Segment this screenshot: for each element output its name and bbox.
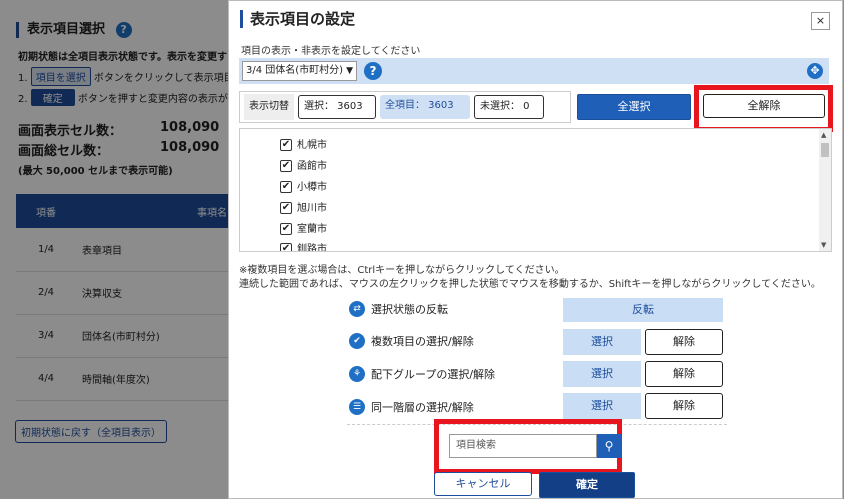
action-label: 同一階層の選択/解除 <box>371 401 474 414</box>
check-circle-icon: ✔ <box>349 333 365 349</box>
invert-button[interactable]: 反転 <box>563 298 723 322</box>
search-icon[interactable]: ⚲ <box>597 434 621 458</box>
list-item-label: 小樽市 <box>297 182 327 193</box>
close-icon[interactable]: × <box>811 12 830 30</box>
dialog-title: 表示項目の設定 <box>240 10 355 28</box>
selected-count[interactable]: 選択： 3603 <box>298 95 376 119</box>
item-list[interactable]: ✔ 札幌市 ✔ 函館市 ✔ 小樽市 ✔ 旭川市 ✔ 室蘭市 ✔ 釧路市 ▲ ▼ <box>239 128 832 252</box>
all-count[interactable]: 全項目： 3603 <box>380 95 470 119</box>
category-select[interactable]: 3/4 団体名(市町村分) ▼ <box>242 61 357 81</box>
list-item-label: 札幌市 <box>297 140 327 151</box>
list-item[interactable]: ✔ 小樽市 <box>280 181 327 195</box>
settings-dialog: 表示項目の設定 × 項目の表示・非表示を設定してください 3/4 団体名(市町村… <box>228 0 843 499</box>
list-item[interactable]: ✔ 釧路市 <box>280 243 327 252</box>
checkbox-checked-icon[interactable]: ✔ <box>280 160 292 172</box>
hierarchy-icon: ⚘ <box>349 366 365 382</box>
action-label: 複数項目の選択/解除 <box>371 335 474 348</box>
checkbox-checked-icon[interactable]: ✔ <box>280 202 292 214</box>
list-item[interactable]: ✔ 旭川市 <box>280 202 327 216</box>
list-item-label: 室蘭市 <box>297 224 327 235</box>
list-item[interactable]: ✔ 札幌市 <box>280 139 327 153</box>
dialog-subtitle: 項目の表示・非表示を設定してください <box>241 46 421 57</box>
select-all-button[interactable]: 全選択 <box>577 94 691 120</box>
multi-clear-button[interactable]: 解除 <box>645 329 723 355</box>
level-select-button[interactable]: 選択 <box>563 393 641 419</box>
checkbox-checked-icon[interactable]: ✔ <box>280 243 292 251</box>
search-input[interactable]: 項目検索 <box>449 434 597 458</box>
unselected-count[interactable]: 未選択： 0 <box>474 95 544 119</box>
group-clear-button[interactable]: 解除 <box>645 361 723 387</box>
list-item-label: 釧路市 <box>297 244 327 252</box>
category-select-value: 3/4 団体名(市町村分) <box>246 65 344 76</box>
note-ctrl: ※複数項目を選ぶ場合は、Ctrlキーを押しながらクリックしてください。 <box>239 265 565 276</box>
list-scrollbar[interactable]: ▲ ▼ <box>819 129 831 251</box>
cancel-button[interactable]: キャンセル <box>434 472 532 496</box>
expand-icon[interactable]: ✥ <box>807 63 823 79</box>
switch-label: 表示切替 <box>244 94 294 120</box>
level-clear-button[interactable]: 解除 <box>645 393 723 419</box>
display-switch-box: 表示切替 選択： 3603 全項目： 3603 未選択： 0 <box>239 91 571 123</box>
checkbox-checked-icon[interactable]: ✔ <box>280 139 292 151</box>
action-label: 配下グループの選択/解除 <box>371 368 496 381</box>
scroll-down-icon[interactable]: ▼ <box>821 241 826 249</box>
checkbox-checked-icon[interactable]: ✔ <box>280 181 292 193</box>
help-icon[interactable]: ? <box>364 62 382 80</box>
list-item-label: 旭川市 <box>297 203 327 214</box>
scroll-thumb[interactable] <box>821 143 829 157</box>
scroll-up-icon[interactable]: ▲ <box>821 131 826 139</box>
multi-select-button[interactable]: 選択 <box>563 329 641 355</box>
category-bar: 3/4 団体名(市町村分) ▼ ? ✥ <box>239 58 829 84</box>
clear-all-button[interactable]: 全解除 <box>703 94 825 118</box>
list-item[interactable]: ✔ 函館市 <box>280 160 327 174</box>
note-shift: 連続した範囲であれば、マウスの左クリックを押した状態でマウスを移動するか、Shi… <box>239 279 821 290</box>
checkbox-checked-icon[interactable]: ✔ <box>280 223 292 235</box>
group-select-button[interactable]: 選択 <box>563 361 641 387</box>
swap-icon: ⇄ <box>349 301 365 317</box>
confirm-button[interactable]: 確定 <box>539 472 635 498</box>
list-item[interactable]: ✔ 室蘭市 <box>280 223 327 237</box>
list-icon: ☰ <box>349 399 365 415</box>
action-label: 選択状態の反転 <box>371 303 448 316</box>
list-item-label: 函館市 <box>297 161 327 172</box>
chevron-down-icon: ▼ <box>346 66 353 76</box>
